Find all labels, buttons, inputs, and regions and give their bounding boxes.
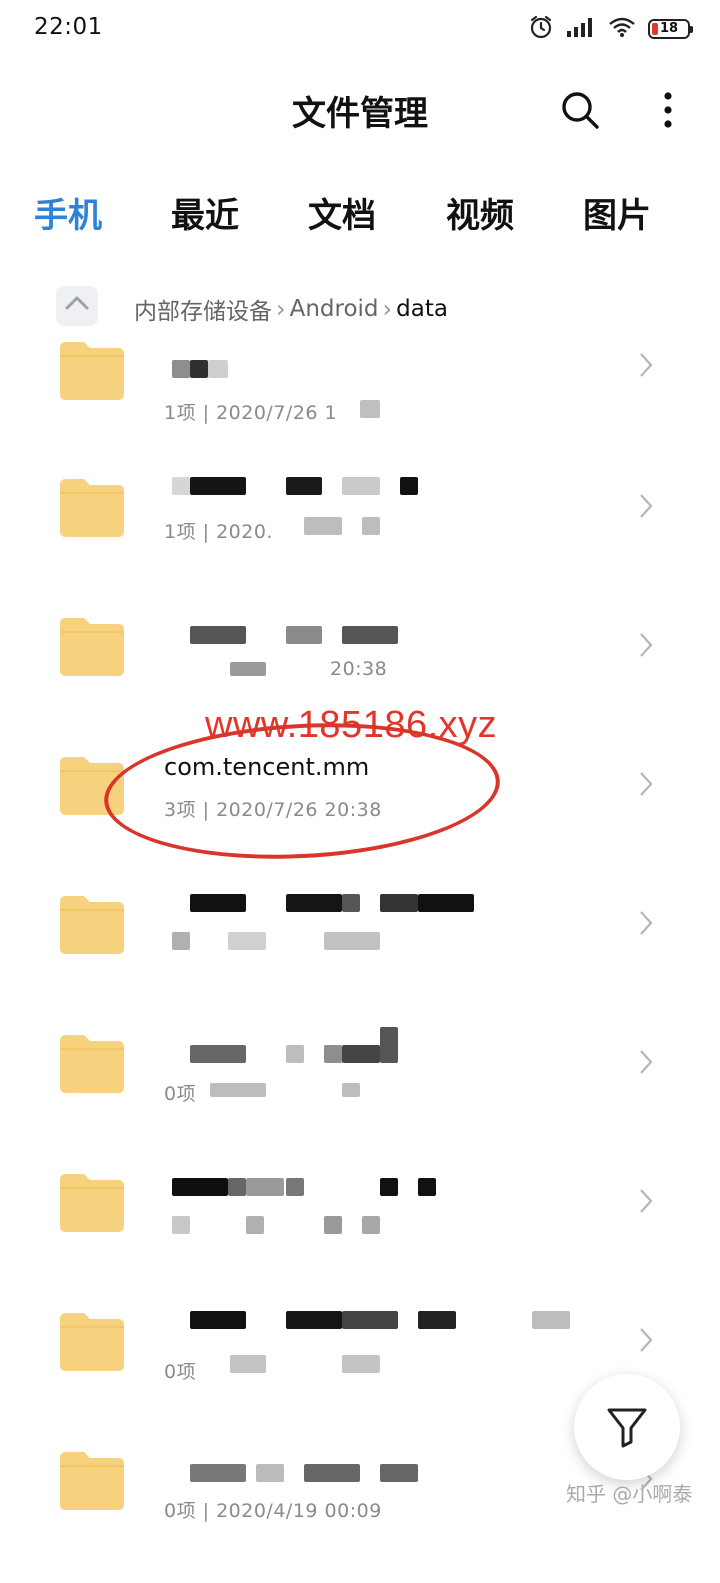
more-options-button[interactable]	[650, 86, 686, 134]
folder-icon	[60, 342, 124, 400]
chevron-right-icon	[640, 911, 653, 935]
list-item[interactable]: 1项 | 2020.	[0, 471, 720, 610]
more-vertical-icon	[664, 92, 672, 128]
folder-icon	[60, 1035, 124, 1093]
file-meta: 1项 | 2020.	[164, 521, 273, 543]
chevron-right-icon	[640, 772, 653, 796]
folder-icon	[60, 1313, 124, 1371]
chevron-right-icon	[640, 494, 653, 518]
tab-recent[interactable]: 最近	[171, 188, 239, 237]
filter-icon	[607, 1408, 647, 1448]
list-item[interactable]	[0, 1166, 720, 1305]
tab-images[interactable]: 图片	[583, 188, 651, 237]
list-item[interactable]	[0, 888, 720, 1027]
folder-icon	[60, 1452, 124, 1510]
tab-documents[interactable]: 文档	[308, 188, 376, 237]
battery-icon: 18	[648, 19, 693, 39]
chevron-right-icon	[640, 1328, 653, 1352]
chevron-right-icon: ›	[382, 295, 393, 323]
zhihu-watermark: 知乎 @小啊泰	[566, 1482, 693, 1506]
search-icon	[562, 92, 599, 129]
file-meta: 0项	[164, 1361, 197, 1383]
chevron-right-icon	[640, 1189, 653, 1213]
wifi-icon	[608, 16, 636, 42]
breadcrumb-path: 内部存储设备 › Android › data	[134, 292, 448, 326]
file-meta: 20:38	[330, 658, 388, 680]
tab-phone[interactable]: 手机	[34, 188, 102, 237]
up-arrow-icon	[65, 296, 89, 310]
list-item[interactable]: 0项	[0, 1027, 720, 1166]
folder-icon	[60, 618, 124, 676]
folder-icon	[60, 479, 124, 537]
title-bar: 文件管理	[0, 70, 720, 150]
file-meta: 1项 | 2020/7/26 1	[164, 402, 338, 424]
battery-level: 18	[659, 21, 679, 36]
file-meta: 0项	[164, 1083, 197, 1105]
breadcrumb-item-android[interactable]: Android	[290, 296, 379, 322]
up-button[interactable]	[56, 286, 98, 326]
signal-icon	[566, 16, 596, 42]
tab-videos[interactable]: 视频	[446, 188, 514, 237]
breadcrumb-item-current: data	[396, 296, 448, 322]
folder-icon	[60, 1174, 124, 1232]
list-item[interactable]: 1项 | 2020/7/26 1	[0, 332, 720, 471]
file-meta: 0项 | 2020/4/19 00:09	[164, 1500, 382, 1522]
status-icons: 18	[528, 14, 693, 44]
category-tabs: 手机 最近 文档 视频 图片	[0, 188, 720, 248]
search-button[interactable]	[556, 86, 604, 134]
status-bar: 22:01 18	[0, 0, 720, 60]
folder-icon	[60, 896, 124, 954]
breadcrumb: 内部存储设备 › Android › data	[0, 284, 720, 334]
chevron-right-icon	[640, 633, 653, 657]
breadcrumb-item-storage[interactable]: 内部存储设备	[134, 292, 272, 326]
status-time: 22:01	[34, 14, 103, 40]
alarm-icon	[528, 14, 554, 44]
chevron-right-icon: ›	[276, 295, 286, 323]
chevron-right-icon	[640, 353, 653, 377]
chevron-right-icon	[640, 1050, 653, 1074]
filter-button[interactable]	[574, 1374, 680, 1480]
page-title: 文件管理	[292, 94, 428, 134]
